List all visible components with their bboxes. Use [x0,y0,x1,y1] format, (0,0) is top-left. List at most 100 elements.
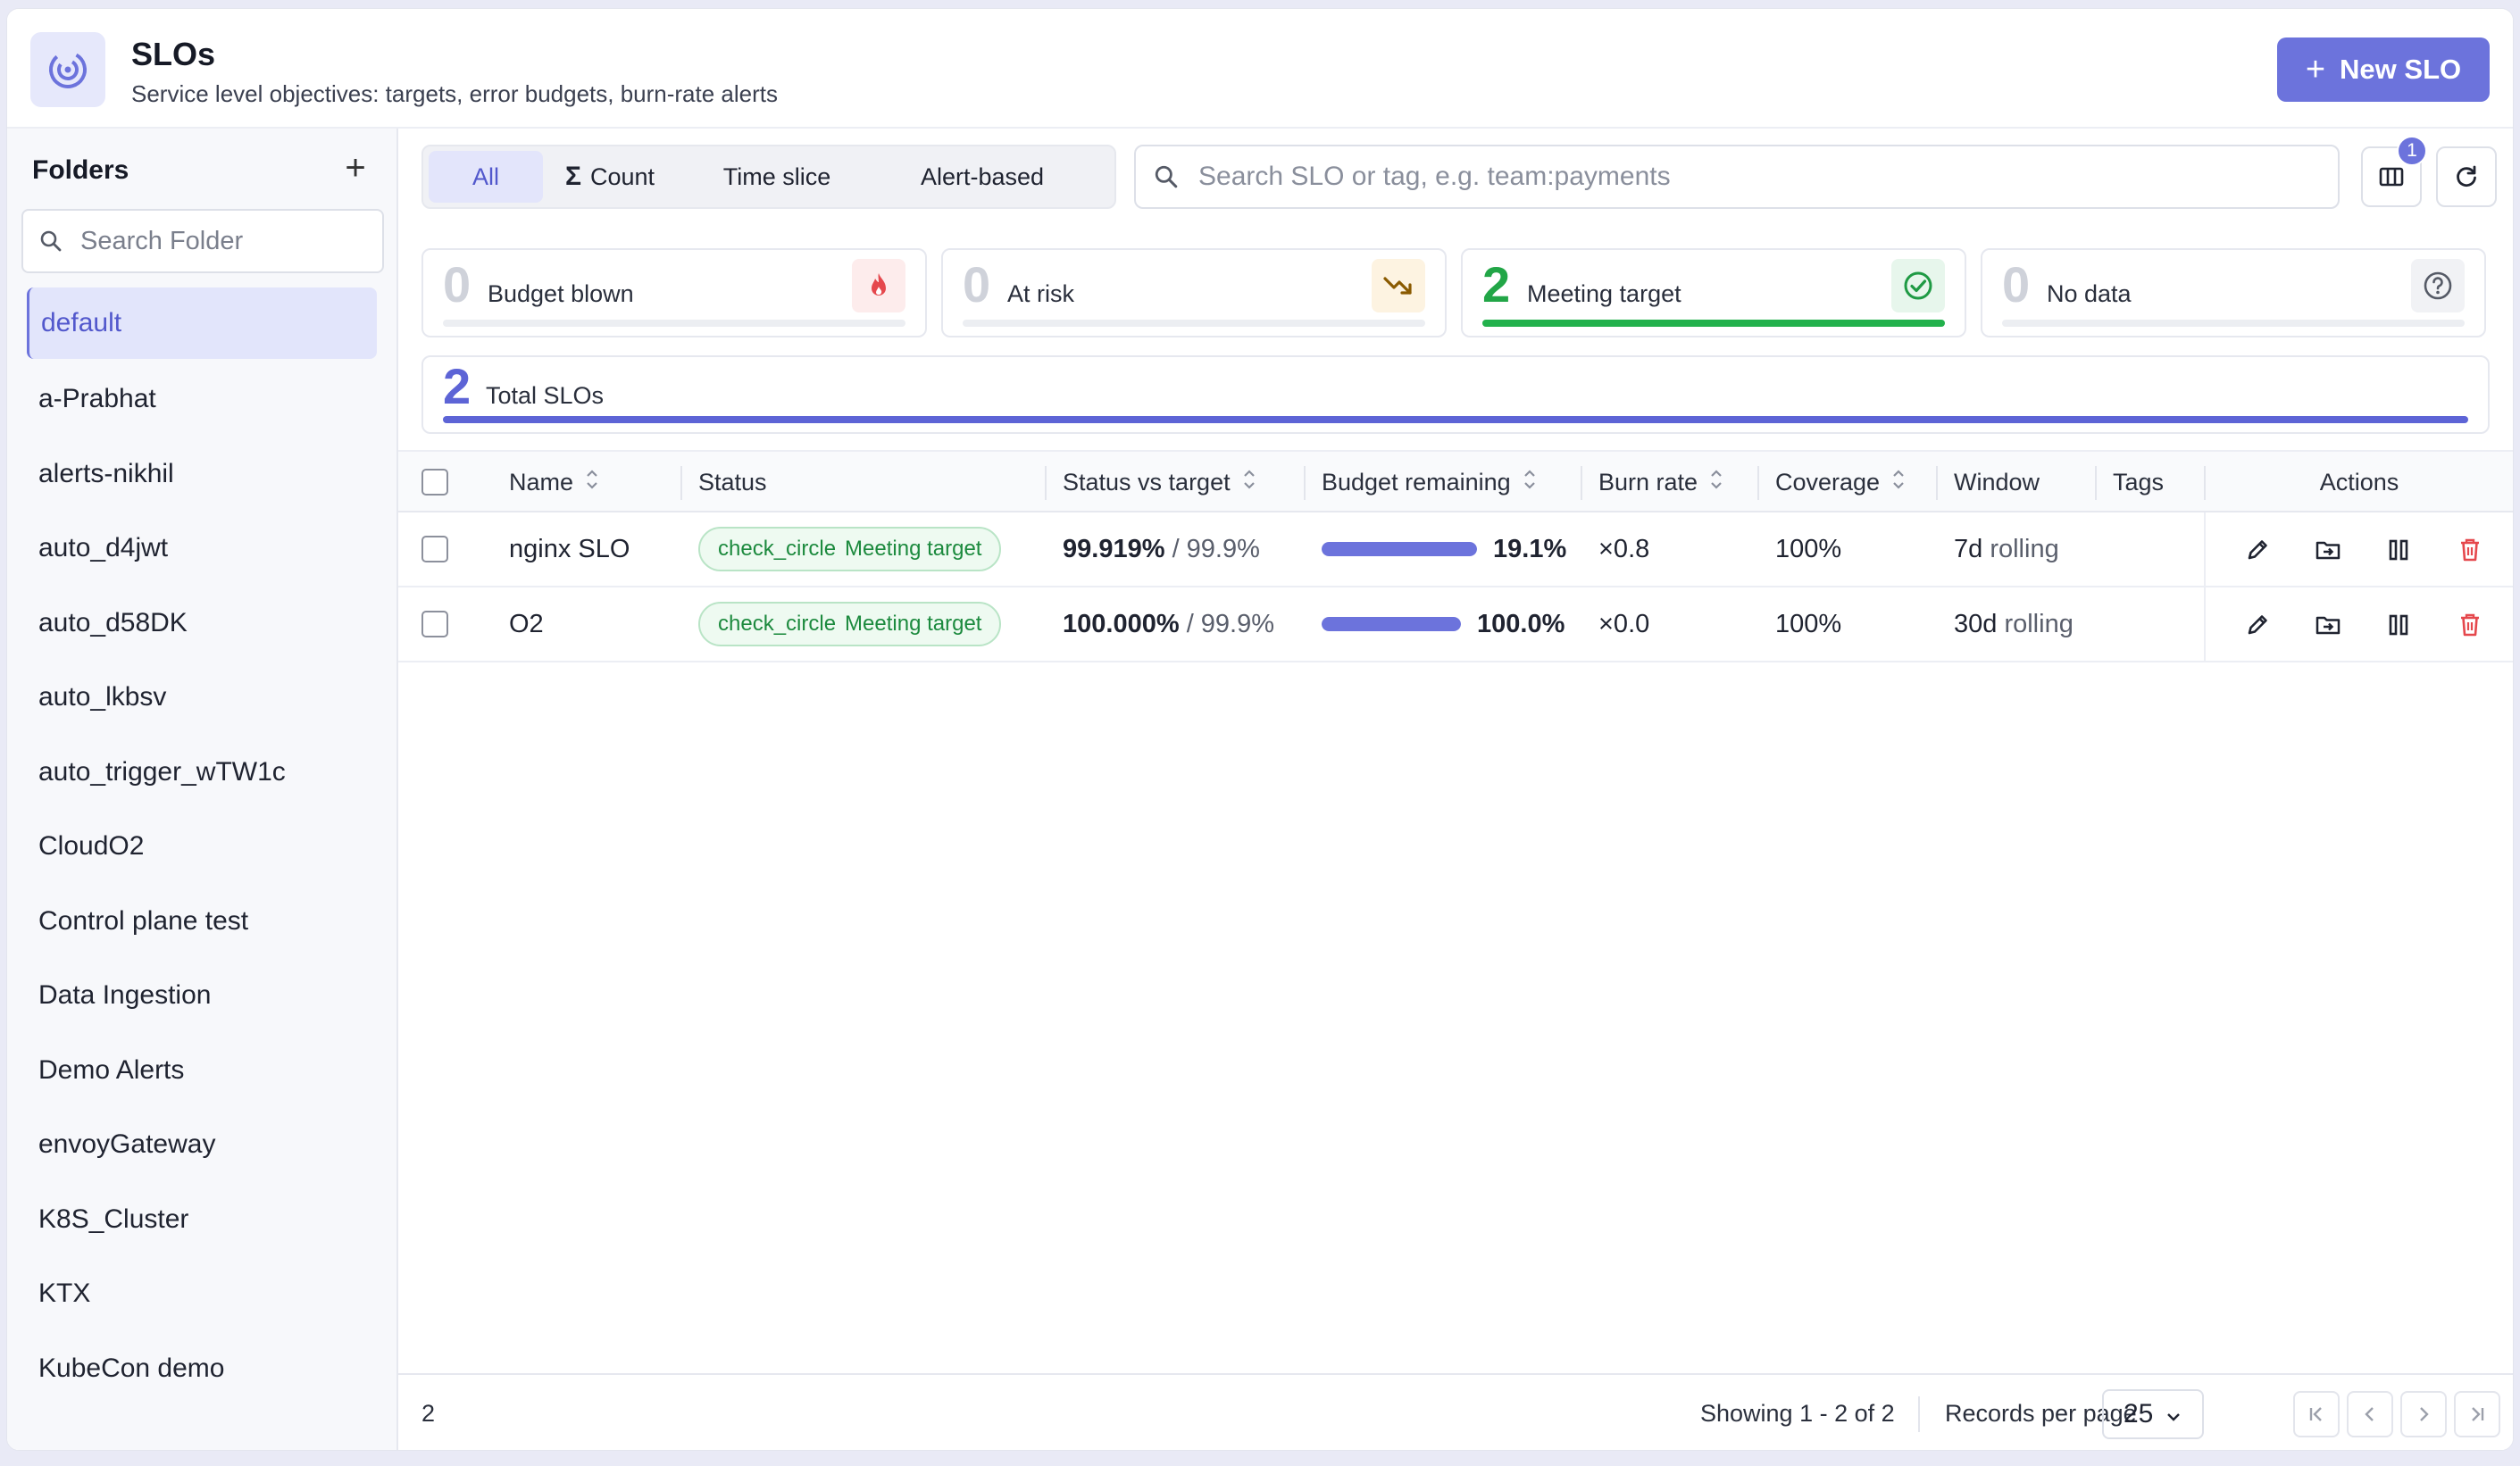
col-burn-rate-label: Burn rate [1598,468,1698,496]
showing-range: Showing 1 - 2 of 2 [1700,1400,1895,1427]
row-checkbox[interactable] [421,611,448,637]
col-burn-rate[interactable]: Burn rate [1598,452,1723,512]
refresh-icon [2457,165,2476,187]
target-value: / 99.9% [1172,534,1260,563]
tab-count[interactable]: Σ Count [543,151,677,203]
slo-name[interactable]: O2 [509,587,544,661]
status-badge: check_circle Meeting target [698,527,1002,571]
folder-item[interactable]: auto_lkbsv [7,661,396,736]
tab-all[interactable]: All [429,151,543,203]
table-header: Name Status Status vs target Budget rema… [398,450,2513,512]
stat-bar [443,320,905,327]
folder-item[interactable]: Demo Alerts [7,1033,396,1108]
stat-count: 0 [2002,256,2031,312]
window-type: rolling [1990,534,2059,563]
folder-item[interactable]: KubeCon demo [7,1331,396,1406]
actual-value: 99.919% [1063,534,1165,563]
folder-item[interactable]: envoyGateway [7,1108,396,1183]
stat-total-slos[interactable]: 2 Total SLOs [421,355,2490,434]
stat-budget-blown[interactable]: 0 Budget blown [421,248,927,337]
budget-cell: 19.1% [1322,512,1566,586]
refresh-button[interactable] [2436,146,2497,207]
status-vs-target-cell: 100.000% / 99.9% [1063,587,1274,661]
col-name[interactable]: Name [509,452,598,512]
status-icon-text: check_circle [718,537,837,561]
total-label: Total SLOs [486,382,605,409]
folder-item[interactable]: auto_d58DK [7,586,396,661]
row-checkbox[interactable] [421,536,448,562]
new-slo-button[interactable]: + New SLO [2277,37,2490,102]
columns-badge: 1 [2397,136,2427,166]
next-page-icon[interactable] [2400,1391,2447,1437]
stat-label: Budget blown [488,280,634,307]
col-budget-remaining-label: Budget remaining [1322,468,1511,496]
pause-icon[interactable] [2381,607,2416,643]
select-all-checkbox[interactable] [421,469,448,496]
slo-search-input[interactable] [1197,161,2268,193]
stat-bar [2002,320,2465,327]
slo-name[interactable]: nginx SLO [509,512,630,586]
col-coverage[interactable]: Coverage [1775,452,1905,512]
folder-item[interactable]: CloudO2 [7,810,396,885]
table-row[interactable]: O2 check_circle Meeting target 100.000% … [398,587,2513,662]
folder-item[interactable]: Control plane test [7,884,396,959]
move-folder-icon[interactable] [2310,607,2346,643]
slo-app: SLOs Service level objectives: targets, … [6,8,2514,1451]
slo-type-tabs: All Σ Count Time slice Alert-based [421,145,1116,209]
folder-search-input[interactable] [79,225,364,257]
col-window: Window [1954,468,2040,496]
last-page-icon[interactable] [2454,1391,2500,1437]
page-title: SLOs [131,36,216,72]
stat-label: No data [2047,280,2132,307]
fire-icon [852,259,905,312]
window-value: 7d [1954,534,1983,563]
status-badge: check_circle Meeting target [698,602,1002,646]
col-budget-remaining[interactable]: Budget remaining [1322,452,1536,512]
row-checkbox-cell [421,512,448,586]
stat-count: 0 [963,256,991,312]
folder-item-default[interactable]: default [27,287,377,359]
add-folder-icon[interactable]: + [336,148,375,187]
stat-meeting-target[interactable]: 2 Meeting target [1461,248,1966,337]
edit-icon[interactable] [2240,607,2275,643]
tab-alert-based[interactable]: Alert-based [877,151,1088,203]
search-icon [1155,165,1178,188]
page-header: SLOs Service level objectives: targets, … [7,9,2513,129]
status-icon-text: check_circle [718,612,837,636]
folder-item[interactable]: Data Ingestion [7,959,396,1034]
sigma-icon: Σ [564,162,581,191]
help-circle-icon [2411,259,2465,312]
first-page-icon[interactable] [2293,1391,2340,1437]
delete-icon[interactable] [2452,532,2488,568]
window-cell: 7d rolling [1954,512,2059,586]
folder-item[interactable]: a-Prabhat [7,362,396,437]
actual-value: 100.000% [1063,609,1180,638]
prev-page-icon[interactable] [2347,1391,2393,1437]
col-status-vs-target[interactable]: Status vs target [1063,452,1256,512]
folder-item[interactable]: alerts-nikhil [7,437,396,512]
folder-item[interactable]: K8S_Cluster [7,1182,396,1257]
stat-no-data[interactable]: 0 No data [1981,248,2486,337]
table-row[interactable]: nginx SLO check_circle Meeting target 99… [398,512,2513,587]
window-type: rolling [2004,609,2074,638]
row-checkbox-cell [421,587,448,661]
delete-icon[interactable] [2452,607,2488,643]
col-tags: Tags [2113,468,2165,496]
burn-rate: ×0.0 [1598,609,1650,638]
tab-time-slice[interactable]: Time slice [677,151,877,203]
move-folder-icon[interactable] [2310,532,2346,568]
stat-at-risk[interactable]: 0 At risk [941,248,1447,337]
status-vs-target-cell: 99.919% / 99.9% [1063,512,1260,586]
search-icon [40,230,62,252]
folder-item[interactable]: auto_d4jwt [7,512,396,587]
slo-logo-icon [30,32,105,107]
budget-bar [1322,617,1461,631]
pause-icon[interactable] [2381,532,2416,568]
row-actions [2204,512,2513,586]
folder-item[interactable]: auto_trigger_wTW1c [7,735,396,810]
columns-toggle-button[interactable]: 1 [2361,136,2427,207]
folder-item[interactable]: KTX [7,1257,396,1332]
window-cell: 30d rolling [1954,587,2074,661]
records-per-page-select[interactable]: 25 [2102,1389,2204,1439]
edit-icon[interactable] [2240,532,2275,568]
